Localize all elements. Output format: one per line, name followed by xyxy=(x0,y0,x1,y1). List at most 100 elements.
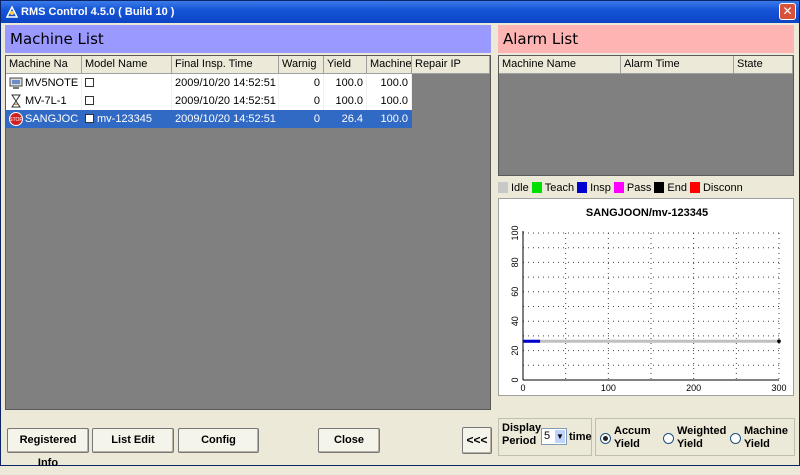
radio-label-line2: Yield xyxy=(614,438,640,450)
y-tick-label: 100 xyxy=(510,225,520,240)
display-period-value: 5 xyxy=(544,430,551,442)
yield-chart-panel: SANGJOON/mv-123345 0 20 40 60 80 100 0 100 200 30… xyxy=(498,198,794,396)
cell-warning: 0 xyxy=(279,92,324,110)
x-tick-label: 300 xyxy=(771,383,786,393)
column-header-state[interactable]: State xyxy=(734,56,793,74)
column-header-machine-name[interactable]: Machine Na xyxy=(6,56,82,74)
y-tick-label: 20 xyxy=(510,346,520,356)
cell-yield: 100.0 xyxy=(324,74,367,92)
yield-chart: 0 20 40 60 80 100 0 100 200 300 xyxy=(510,225,787,393)
legend-item: Pass xyxy=(613,181,652,194)
title-bar[interactable]: RMS Control 4.5.0 ( Build 10 ) ✕ xyxy=(1,1,799,23)
legend-swatch xyxy=(577,182,588,193)
main-window: RMS Control 4.5.0 ( Build 10 ) ✕ Machine… xyxy=(0,0,800,469)
svg-text:STOP: STOP xyxy=(9,117,23,123)
legend-item: Disconn xyxy=(689,181,743,194)
display-period-group: Display Period 5 ▼ time xyxy=(498,418,592,456)
x-tick-label: 0 xyxy=(520,383,525,393)
legend-swatch xyxy=(654,182,665,193)
legend-label: Pass xyxy=(626,181,652,194)
cell-machine-name: MV5NOTE xyxy=(6,74,82,92)
hourglass-icon xyxy=(11,94,21,108)
series-end-point xyxy=(777,339,781,343)
y-tick-label: 0 xyxy=(510,377,520,382)
row-checkbox[interactable] xyxy=(85,114,94,123)
radio-dot[interactable] xyxy=(663,433,674,444)
table-row[interactable]: MV5NOTE 2009/10/20 14:52:51 0 100.0 100.0 xyxy=(6,74,412,92)
cell-model-name: mv-123345 xyxy=(82,110,172,128)
row-checkbox[interactable] xyxy=(85,78,94,87)
radio-weighted-yield[interactable]: Weighted Yield xyxy=(663,425,726,451)
cell-machine: 100.0 xyxy=(367,92,412,110)
legend-swatch xyxy=(531,182,542,193)
legend-item: End xyxy=(654,182,687,194)
registered-info-button[interactable]: Registered Info xyxy=(7,428,89,469)
y-tick-label: 40 xyxy=(510,316,520,326)
column-header-repair-ip[interactable]: Repair IP xyxy=(412,56,490,74)
column-header-alarm-time[interactable]: Alarm Time xyxy=(621,56,734,74)
row-checkbox[interactable] xyxy=(85,96,94,105)
stop-sign-icon: STOP xyxy=(9,112,23,126)
cell-warning: 0 xyxy=(279,110,324,128)
column-header-alarm-machine-name[interactable]: Machine Name xyxy=(499,56,621,74)
radio-accum-yield[interactable]: Accum Yield xyxy=(600,425,651,451)
cell-machine-name: MV-7L-1 xyxy=(6,92,82,110)
legend-label: End xyxy=(667,181,687,194)
yield-mode-group: Accum Yield Weighted Yield Machine Yield xyxy=(595,418,795,456)
legend-item: Insp xyxy=(577,182,611,194)
machine-list-header: Machine List xyxy=(5,25,491,53)
display-period-label: Display Period xyxy=(502,422,541,448)
collapse-panel-button[interactable]: <<< xyxy=(462,427,492,454)
alarm-list-header: Alarm List xyxy=(498,25,794,53)
machine-name-text: MV5NOTE xyxy=(25,77,79,89)
column-header-machine[interactable]: Machine xyxy=(367,56,412,74)
machine-list-grid[interactable]: Machine Na Model Name Final Insp. Time W… xyxy=(5,55,491,410)
legend-label: Disconn xyxy=(702,181,743,194)
app-icon xyxy=(5,5,19,18)
legend-label: Teach xyxy=(544,181,575,194)
status-legend: Idle Teach Insp Pass End Disconn xyxy=(498,179,794,196)
table-row[interactable]: MV-7L-1 2009/10/20 14:52:51 0 100.0 100.0 xyxy=(6,92,412,110)
legend-swatch xyxy=(498,182,508,193)
cell-final-insp-time: 2009/10/20 14:52:51 xyxy=(172,110,279,128)
cell-yield: 100.0 xyxy=(324,92,367,110)
model-name-text: mv-123345 xyxy=(97,113,153,125)
column-header-warning[interactable]: Warnig xyxy=(279,56,324,74)
legend-item: Idle xyxy=(498,182,529,194)
y-tick-label: 80 xyxy=(510,257,520,267)
table-row[interactable]: STOP SANGJOC mv-123345 2009/10/20 14:52:51 0… xyxy=(6,110,412,128)
cell-final-insp-time: 2009/10/20 14:52:51 xyxy=(172,74,279,92)
x-tick-label: 100 xyxy=(601,383,616,393)
config-button[interactable]: Config xyxy=(178,428,259,453)
cell-machine-name: STOP SANGJOC xyxy=(6,110,82,128)
radio-label-line1: Accum xyxy=(614,425,651,437)
radio-label-line1: Weighted xyxy=(677,425,727,437)
legend-swatch xyxy=(689,182,700,193)
alarm-list-column-headers: Machine Name Alarm Time State xyxy=(499,56,793,74)
column-header-model-name[interactable]: Model Name xyxy=(82,56,172,74)
alarm-list-grid[interactable]: Machine Name Alarm Time State xyxy=(498,55,794,176)
cell-machine: 100.0 xyxy=(367,74,412,92)
window-title: RMS Control 4.5.0 ( Build 10 ) xyxy=(21,6,175,18)
column-header-final-insp-time[interactable]: Final Insp. Time xyxy=(172,56,279,74)
close-button[interactable]: Close xyxy=(318,428,380,453)
legend-label: Insp xyxy=(590,181,611,194)
column-header-yield[interactable]: Yield xyxy=(324,56,367,74)
machine-name-text: MV-7L-1 xyxy=(25,95,67,107)
radio-machine-yield[interactable]: Machine Yield xyxy=(730,425,788,451)
radio-dot[interactable] xyxy=(730,433,741,444)
dropdown-arrow-icon[interactable]: ▼ xyxy=(555,430,565,443)
display-period-select[interactable]: 5 ▼ xyxy=(541,428,567,445)
list-edit-button[interactable]: List Edit xyxy=(92,428,174,453)
window-close-button[interactable]: ✕ xyxy=(779,3,796,20)
machine-list-rows: MV5NOTE 2009/10/20 14:52:51 0 100.0 100.0 MV-… xyxy=(6,74,412,128)
machine-list-column-headers: Machine Na Model Name Final Insp. Time W… xyxy=(6,56,490,74)
y-tick-label: 60 xyxy=(510,287,520,297)
radio-dot[interactable] xyxy=(600,433,611,444)
legend-swatch xyxy=(613,182,624,193)
computer-icon xyxy=(9,77,23,89)
radio-label-line2: Yield xyxy=(677,438,703,450)
legend-label: Idle xyxy=(511,181,529,194)
cell-warning: 0 xyxy=(279,74,324,92)
x-tick-label: 200 xyxy=(686,383,701,393)
